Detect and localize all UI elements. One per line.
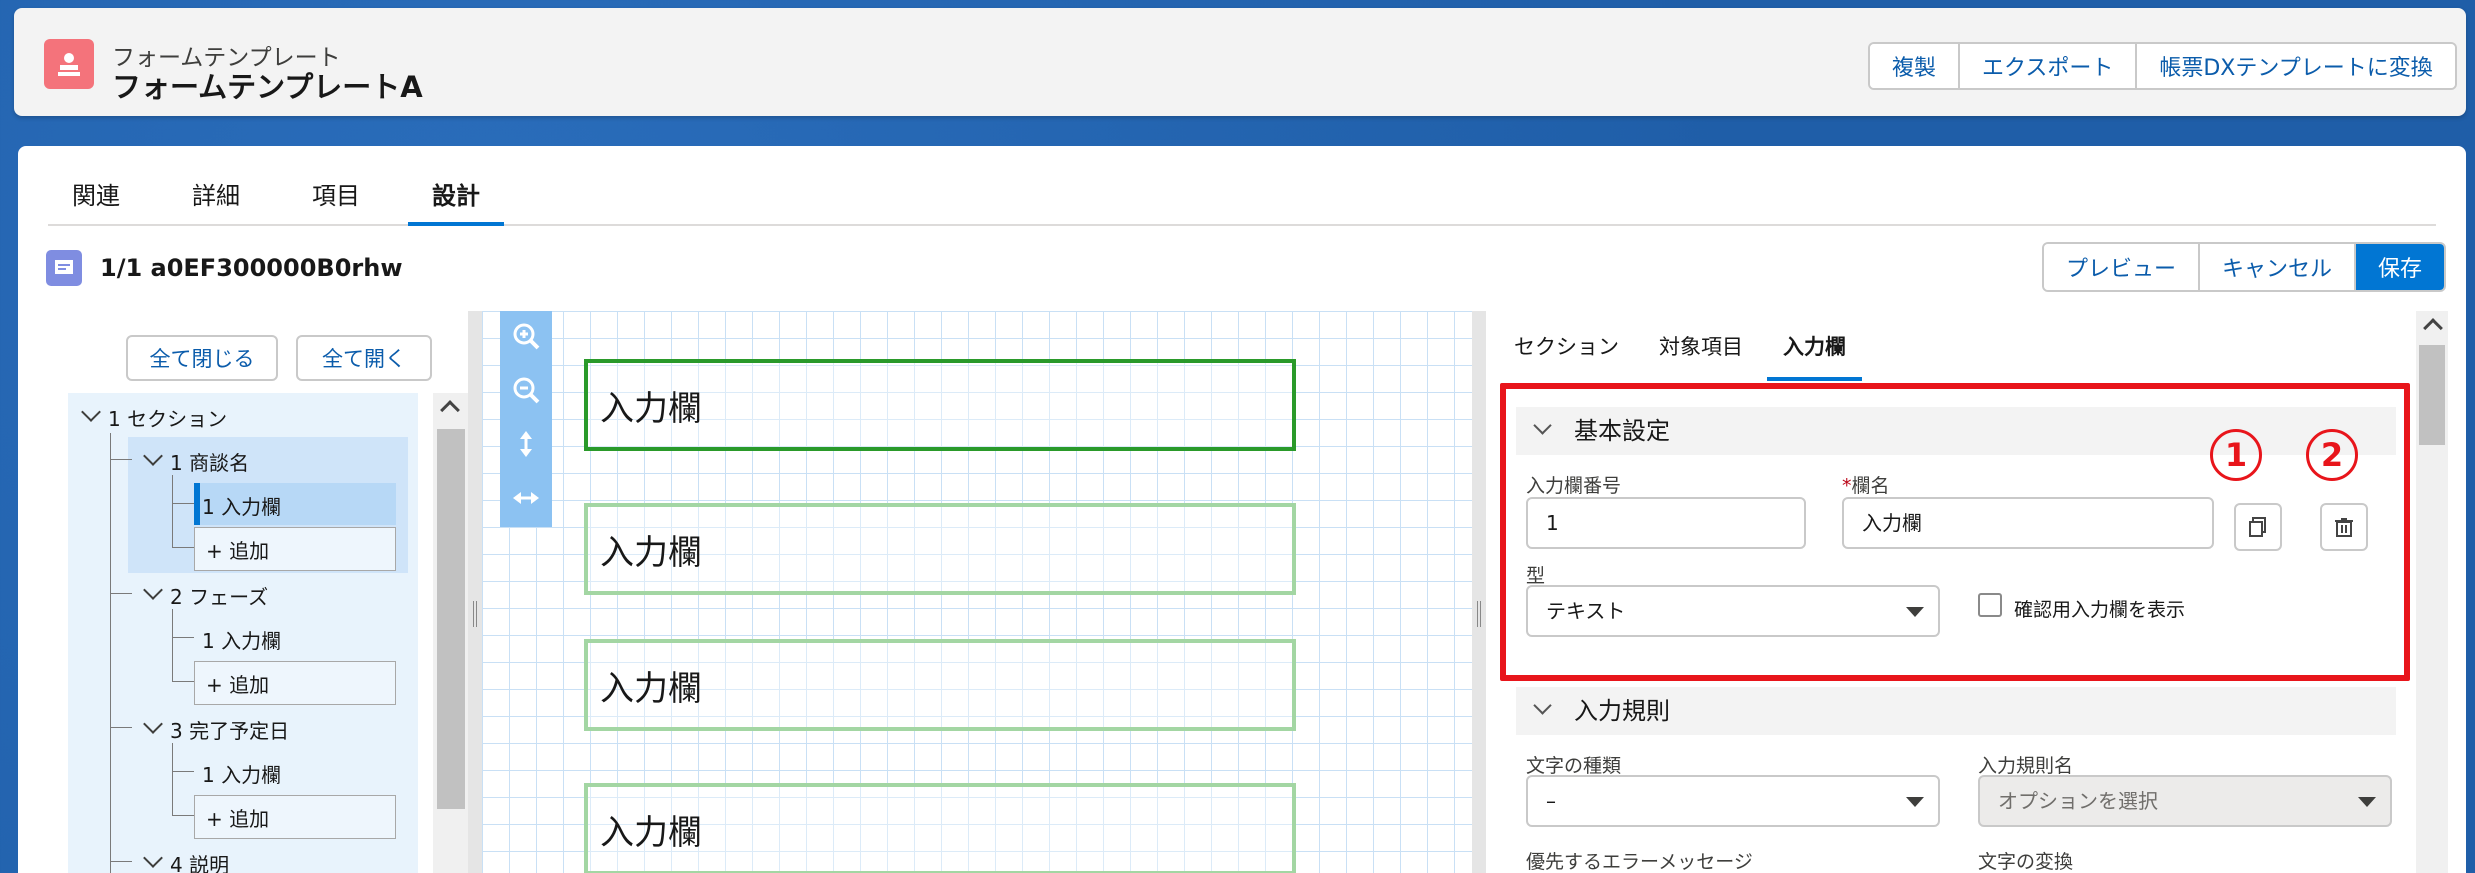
rule-name-placeholder: オプションを選択 [1998, 789, 2158, 813]
form-template-icon [44, 39, 94, 89]
tree-item-phase[interactable]: 2 フェーズ [170, 581, 268, 610]
main-card: 関連 詳細 項目 設計 1/1 a0EF300000B0rhw プレビュー キャ… [18, 146, 2466, 873]
record-tabs: 関連 詳細 項目 設計 [48, 176, 2436, 226]
scroll-up-icon[interactable] [440, 400, 460, 420]
tree-add-button[interactable]: + 追加 [206, 803, 269, 832]
record-name: フォームテンプレートA [112, 70, 423, 104]
tree-line [110, 727, 132, 728]
rule-name-select: オプションを選択 [1978, 775, 2392, 827]
chevron-down-icon[interactable] [143, 714, 163, 734]
properties-tabs: セクション 対象項目 入力欄 [1498, 321, 1870, 381]
design-canvas[interactable]: 入力欄 入力欄 入力欄 入力欄 [482, 311, 1472, 873]
layout-actions: プレビュー キャンセル 保存 [2042, 242, 2447, 292]
tree-line [172, 547, 194, 548]
char-conversion-label: 文字の変換 [1978, 851, 2074, 873]
tree-item-input-field[interactable]: 1 入力欄 [202, 491, 281, 520]
tree-item-input-field[interactable]: 1 入力欄 [202, 759, 281, 788]
tree-add-button[interactable]: + 追加 [206, 669, 269, 698]
tree-item-opportunity-name[interactable]: 1 商談名 [170, 447, 249, 476]
export-button[interactable]: エクスポート [1960, 44, 2138, 88]
chevron-down-icon[interactable] [1533, 696, 1552, 715]
input-rules-header[interactable]: 入力規則 [1516, 687, 2396, 735]
preview-button[interactable]: プレビュー [2044, 244, 2201, 290]
duplicate-button[interactable]: 複製 [1870, 44, 1961, 88]
right-panel-resizer[interactable] [1472, 311, 1486, 873]
canvas-toolbar [500, 311, 552, 527]
properties-panel: セクション 対象項目 入力欄 基本設定 入力欄番号 1 *欄名 入力欄 1 2 … [1488, 311, 2448, 873]
canvas-field[interactable]: 入力欄 [584, 783, 1296, 873]
tree-line [172, 475, 173, 547]
chevron-down-icon[interactable] [143, 580, 163, 600]
record-icon [46, 250, 82, 286]
tree-line [172, 637, 194, 638]
tab-details[interactable]: 詳細 [168, 176, 264, 226]
tab-design[interactable]: 設計 [408, 176, 504, 226]
tree-item-close-date[interactable]: 3 完了予定日 [170, 715, 289, 744]
tree-item-description[interactable]: 4 説明 [170, 849, 229, 873]
caret-down-icon [2358, 797, 2376, 807]
char-type-label: 文字の種類 [1526, 755, 1622, 777]
tab-related[interactable]: 関連 [48, 176, 144, 226]
tree-line [110, 861, 132, 862]
scroll-thumb[interactable] [2419, 345, 2445, 445]
chevron-down-icon[interactable] [143, 848, 163, 868]
grip-icon [473, 601, 477, 627]
header-actions: 複製 エクスポート 帳票DXテンプレートに変換 [1868, 42, 2457, 90]
tab-section[interactable]: セクション [1498, 321, 1635, 381]
highlight-frame [1500, 383, 2410, 681]
tree-line [172, 815, 194, 816]
properties-scrollbar[interactable] [2416, 311, 2448, 873]
scroll-up-icon[interactable] [2423, 318, 2443, 338]
tree-line [172, 681, 194, 682]
tab-target-field[interactable]: 対象項目 [1643, 321, 1759, 381]
left-panel-resizer[interactable] [468, 311, 482, 873]
collapse-all-button[interactable]: 全て閉じる [126, 335, 278, 381]
canvas-field[interactable]: 入力欄 [584, 639, 1296, 731]
zoom-in-icon[interactable] [510, 321, 542, 353]
save-button[interactable]: 保存 [2356, 244, 2445, 290]
record-header: フォームテンプレート フォームテンプレートA 複製 エクスポート 帳票DXテンプ… [14, 8, 2466, 116]
tree-section-1[interactable]: 1 セクション [108, 403, 227, 432]
input-rules-heading: 入力規則 [1574, 697, 1670, 725]
convert-template-button[interactable]: 帳票DXテンプレートに変換 [2137, 44, 2455, 88]
fit-width-icon[interactable] [510, 483, 542, 515]
caret-down-icon [1906, 797, 1924, 807]
layout-title: 1/1 a0EF300000B0rhw [100, 254, 403, 282]
tree-line [172, 771, 194, 772]
error-message-label: 優先するエラーメッセージ [1526, 851, 1753, 873]
tab-input-field[interactable]: 入力欄 [1767, 321, 1862, 381]
tab-fields[interactable]: 項目 [288, 176, 384, 226]
zoom-out-icon[interactable] [510, 375, 542, 407]
tree-add-button[interactable]: + 追加 [206, 535, 269, 564]
char-type-select[interactable]: – [1526, 775, 1940, 827]
tree-item-input-field[interactable]: 1 入力欄 [202, 625, 281, 654]
structure-tree-panel: 全て閉じる 全て開く 1 セクション 1 商談名 1 入力欄 + 追加 2 フェ… [48, 311, 469, 873]
rule-name-label: 入力規則名 [1978, 755, 2074, 777]
tree-line [172, 609, 173, 681]
chevron-down-icon[interactable] [81, 402, 101, 422]
canvas-field-selected[interactable]: 入力欄 [584, 359, 1296, 451]
scroll-thumb[interactable] [437, 429, 465, 809]
tree-line [110, 433, 111, 873]
fit-height-icon[interactable] [510, 429, 542, 461]
tree-line [110, 459, 132, 460]
tree-line [172, 503, 194, 504]
char-type-value: – [1546, 789, 1556, 813]
canvas-field[interactable]: 入力欄 [584, 503, 1296, 595]
expand-all-button[interactable]: 全て開く [296, 335, 432, 381]
structure-tree: 1 セクション 1 商談名 1 入力欄 + 追加 2 フェーズ 1 入力欄 + … [68, 393, 418, 873]
tree-line [110, 593, 132, 594]
cancel-button[interactable]: キャンセル [2200, 244, 2357, 290]
grip-icon [1477, 601, 1481, 627]
tree-line [172, 743, 173, 815]
tree-scrollbar[interactable] [433, 393, 469, 873]
